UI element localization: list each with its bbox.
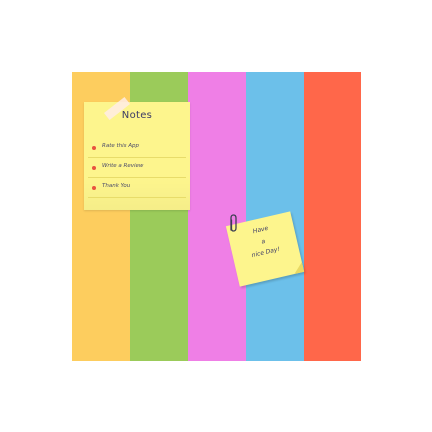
list-item-label: Rate this App — [102, 143, 140, 149]
bullet-icon — [92, 186, 96, 190]
bullet-icon — [92, 146, 96, 150]
bullet-icon — [92, 166, 96, 170]
note-title: Notes — [121, 110, 153, 121]
list-item: Write a Review — [84, 158, 190, 178]
list-item-label: Thank You — [102, 183, 131, 189]
paperclip-icon — [230, 214, 237, 232]
list-item: Thank You — [84, 178, 190, 198]
stripe-red — [304, 72, 361, 361]
list-item: Rate this App — [84, 138, 190, 158]
app-icon-notes[interactable]: Notes Rate this App Write a Review Thank… — [72, 72, 361, 361]
list-item-label: Write a Review — [102, 163, 144, 169]
sticky-note-main: Notes Rate this App Write a Review Thank… — [84, 102, 190, 210]
canvas: Notes Rate this App Write a Review Thank… — [0, 0, 432, 432]
